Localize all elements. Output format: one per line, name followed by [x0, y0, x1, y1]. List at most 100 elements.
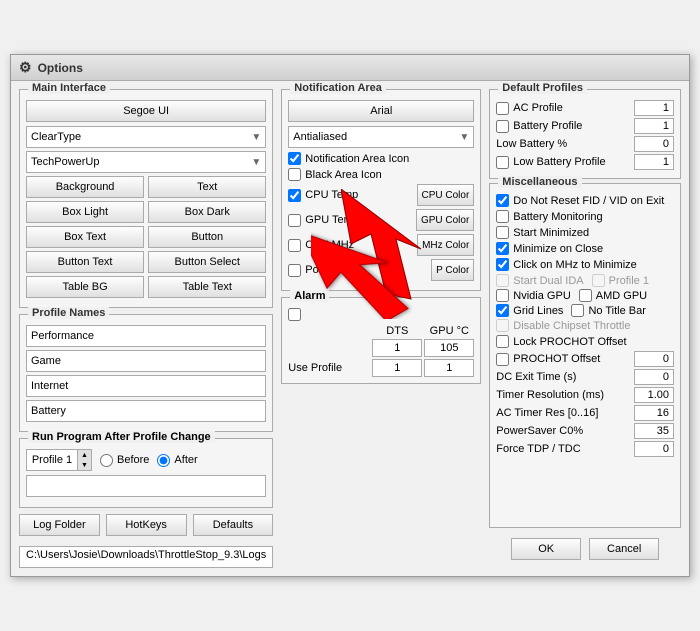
low-battery-profile-checkbox[interactable] [496, 156, 509, 169]
profile-spinner-input[interactable] [27, 452, 77, 468]
button-text-button[interactable]: Button Text [26, 251, 144, 273]
before-radio[interactable] [100, 454, 113, 467]
ac-timer-res-value[interactable] [634, 405, 674, 421]
profile-3-input[interactable] [26, 375, 266, 397]
gpu-temp-checkbox[interactable] [288, 214, 301, 227]
battery-profile-checkbox[interactable] [496, 120, 509, 133]
alarm-dts-value[interactable] [372, 339, 422, 357]
run-program-label: Run Program After Profile Change [28, 431, 215, 443]
alarm-checkbox[interactable] [288, 308, 301, 321]
low-battery-profile-value[interactable] [634, 154, 674, 170]
alarm-group: Alarm DTS GPU °C Use Profile [281, 297, 481, 384]
left-panel: Main Interface Segoe UI ClearType ▼ Tech… [19, 89, 273, 568]
log-folder-button[interactable]: Log Folder [19, 514, 100, 536]
alarm-use-profile-gpu[interactable] [424, 359, 474, 377]
ok-button[interactable]: OK [511, 538, 581, 560]
prochot-offset-checkbox[interactable] [496, 353, 509, 366]
profile-4-input[interactable] [26, 400, 266, 422]
no-title-bar-checkbox[interactable] [571, 304, 584, 317]
dc-exit-time-label: DC Exit Time (s) [496, 371, 576, 383]
antialiased-arrow: ▼ [459, 132, 469, 143]
disable-chipset-throttle-checkbox[interactable] [496, 319, 509, 332]
profile-names-label: Profile Names [28, 307, 109, 319]
profile-names-group: Profile Names [19, 314, 273, 432]
background-button[interactable]: Background [26, 176, 144, 198]
battery-profile-value[interactable] [634, 118, 674, 134]
box-text-button[interactable]: Box Text [26, 226, 144, 248]
ok-cancel-row: OK Cancel [489, 532, 681, 568]
battery-monitoring-checkbox[interactable] [496, 210, 509, 223]
force-tdp-tdc-value[interactable] [634, 441, 674, 457]
start-minimized-label: Start Minimized [513, 227, 589, 239]
force-tdp-tdc-label: Force TDP / TDC [496, 443, 580, 455]
techpowerup-dropdown[interactable]: TechPowerUp ▼ [26, 151, 266, 173]
grid-lines-label: Grid Lines [513, 305, 563, 317]
cleartype-dropdown[interactable]: ClearType ▼ [26, 126, 266, 148]
nvidia-gpu-checkbox[interactable] [496, 289, 509, 302]
antialiased-dropdown[interactable]: Antialiased ▼ [288, 126, 474, 148]
run-program-input[interactable] [26, 475, 266, 497]
after-radio[interactable] [157, 454, 170, 467]
after-label: After [174, 454, 197, 466]
techpowerup-dropdown-arrow: ▼ [251, 157, 261, 168]
mhz-color-button[interactable]: MHz Color [417, 234, 474, 256]
profile-2-input[interactable] [26, 350, 266, 372]
ac-profile-value[interactable] [634, 100, 674, 116]
lock-prochot-checkbox[interactable] [496, 335, 509, 348]
miscellaneous-label: Miscellaneous [498, 176, 581, 188]
notif-area-icon-row: Notification Area Icon [288, 152, 474, 165]
default-profiles-label: Default Profiles [498, 82, 587, 94]
power-color-button[interactable]: P Color [431, 259, 474, 281]
button-button[interactable]: Button [148, 226, 266, 248]
spinner-down[interactable]: ▼ [77, 460, 91, 470]
do-not-reset-label: Do Not Reset FID / VID on Exit [513, 195, 664, 207]
prochot-offset-value[interactable] [634, 351, 674, 367]
cleartype-dropdown-arrow: ▼ [251, 132, 261, 143]
minimize-on-close-checkbox[interactable] [496, 242, 509, 255]
click-on-mhz-checkbox[interactable] [496, 258, 509, 271]
power-checkbox[interactable] [288, 264, 301, 277]
main-interface-label: Main Interface [28, 82, 110, 94]
spinner-up[interactable]: ▲ [77, 450, 91, 460]
title-bar: ⚙ Options [11, 55, 689, 81]
box-dark-button[interactable]: Box Dark [148, 201, 266, 223]
notif-font-button[interactable]: Arial [288, 100, 474, 122]
timer-resolution-value[interactable] [634, 387, 674, 403]
font-button[interactable]: Segoe UI [26, 100, 266, 122]
notif-area-icon-label: Notification Area Icon [305, 153, 409, 165]
profile-1-input[interactable] [26, 325, 266, 347]
cpu-color-button[interactable]: CPU Color [417, 184, 475, 206]
do-not-reset-checkbox[interactable] [496, 194, 509, 207]
dc-exit-time-value[interactable] [634, 369, 674, 385]
table-text-button[interactable]: Table Text [148, 276, 266, 298]
cpu-mhz-checkbox[interactable] [288, 239, 301, 252]
profile-spinner[interactable]: ▲ ▼ [26, 449, 92, 471]
button-select-button[interactable]: Button Select [148, 251, 266, 273]
ac-profile-checkbox[interactable] [496, 102, 509, 115]
box-light-button[interactable]: Box Light [26, 201, 144, 223]
notif-area-icon-checkbox[interactable] [288, 152, 301, 165]
text-button[interactable]: Text [148, 176, 266, 198]
lock-prochot-label: Lock PROCHOT Offset [513, 336, 626, 348]
alarm-gpu-value[interactable] [424, 339, 474, 357]
hotkeys-button[interactable]: HotKeys [106, 514, 187, 536]
grid-lines-checkbox[interactable] [496, 304, 509, 317]
black-area-icon-row: Black Area Icon [288, 168, 474, 181]
profile-1-checkbox[interactable] [592, 274, 605, 287]
alarm-use-profile-dts[interactable] [372, 359, 422, 377]
start-dual-ida-checkbox[interactable] [496, 274, 509, 287]
start-minimized-checkbox[interactable] [496, 226, 509, 239]
cpu-temp-label: CPU Temp [305, 189, 412, 201]
low-battery-pct-value[interactable] [634, 136, 674, 152]
table-bg-button[interactable]: Table BG [26, 276, 144, 298]
prochot-offset-label: PROCHOT Offset [513, 353, 600, 365]
gpu-color-button[interactable]: GPU Color [416, 209, 474, 231]
black-area-icon-checkbox[interactable] [288, 168, 301, 181]
powersaver-c0-value[interactable] [634, 423, 674, 439]
cancel-button[interactable]: Cancel [589, 538, 659, 560]
amd-gpu-checkbox[interactable] [579, 289, 592, 302]
notification-area-label: Notification Area [290, 82, 386, 94]
cpu-temp-checkbox[interactable] [288, 189, 301, 202]
main-interface-group: Main Interface Segoe UI ClearType ▼ Tech… [19, 89, 273, 308]
defaults-button[interactable]: Defaults [193, 514, 274, 536]
